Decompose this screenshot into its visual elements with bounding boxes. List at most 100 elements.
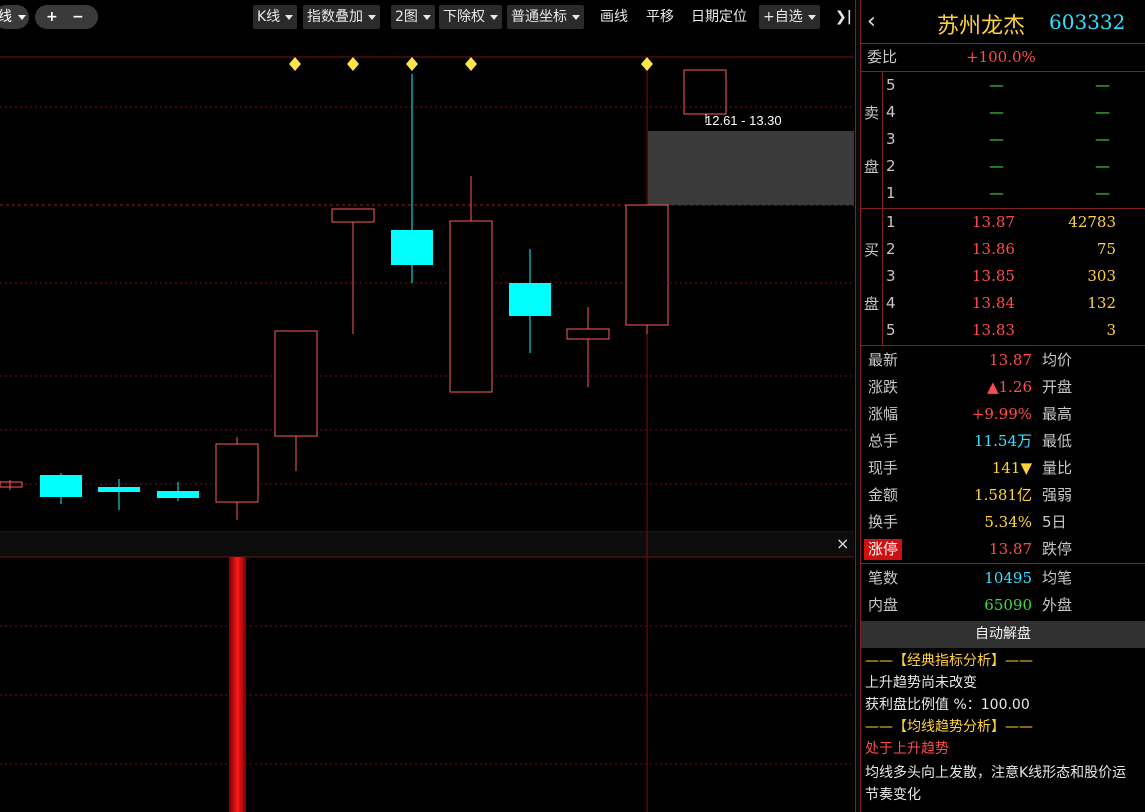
stat-label-2: 5日 <box>1042 513 1067 531</box>
level-volume: 303 <box>1087 267 1116 285</box>
draw-line-button[interactable]: 画线 <box>596 5 632 29</box>
volume-bar[interactable] <box>229 557 246 812</box>
level-price: 13.87 <box>972 213 1015 231</box>
stat-label: 涨跌 <box>868 378 899 396</box>
analysis-line: 上升趋势尚未改变 <box>865 675 977 691</box>
zoom-out-button[interactable]: − <box>72 5 84 29</box>
stat-value: 11.54万 <box>974 432 1032 450</box>
limit-up-badge: 涨停 <box>864 539 903 560</box>
multi-chart-label: 2图 <box>395 9 418 25</box>
candle[interactable] <box>509 249 551 353</box>
stat-value: 10495 <box>984 569 1032 587</box>
stat-value: 65090 <box>984 596 1032 614</box>
divider <box>861 345 1145 346</box>
candle[interactable] <box>449 176 493 393</box>
level-number: 5 <box>886 321 896 339</box>
candle[interactable] <box>391 74 433 283</box>
level-volume: 3 <box>1106 321 1116 339</box>
stat-value: 5.34% <box>984 513 1032 531</box>
stat-label-2: 均笔 <box>1042 569 1073 587</box>
close-icon[interactable]: × <box>836 536 849 552</box>
candle[interactable] <box>157 482 199 501</box>
stat-label-2: 跌停 <box>1042 540 1073 558</box>
candlestick-canvas[interactable] <box>0 33 854 812</box>
stat-label-2: 外盘 <box>1042 596 1073 614</box>
candle[interactable] <box>566 307 610 387</box>
stat-label-2: 均价 <box>1042 351 1073 369</box>
sell-level-row[interactable]: 4 — — <box>861 99 1145 126</box>
coordinate-dropdown[interactable]: 普通坐标 <box>507 5 584 29</box>
event-marker-icon[interactable] <box>289 57 301 71</box>
event-marker-icon[interactable] <box>465 57 477 71</box>
stat-value: 13.87 <box>989 540 1032 558</box>
candle[interactable] <box>274 330 318 471</box>
watchlist-dropdown[interactable]: +自选 <box>759 5 820 29</box>
sell-level-row[interactable]: 1 — — <box>861 180 1145 207</box>
level-price: — <box>989 76 1004 94</box>
stat-row: 现手 141▼ 量比 <box>861 455 1145 482</box>
buy-level-row[interactable]: 1 13.87 42783 <box>861 209 1145 236</box>
stat-row: 金额 1.581亿 强弱 <box>861 482 1145 509</box>
buy-level-row[interactable]: 3 13.85 303 <box>861 263 1145 290</box>
quote-header: ‹ 苏州龙杰 603332 <box>861 0 1145 44</box>
stat-label-2: 开盘 <box>1042 378 1073 396</box>
event-marker-icon[interactable] <box>347 57 359 71</box>
level-price: — <box>989 130 1004 148</box>
chevron-down-icon <box>572 14 580 20</box>
level-number: 2 <box>886 240 896 258</box>
stat-label: 涨幅 <box>868 405 899 423</box>
stat-row: 笔数 10495 均笔 <box>861 565 1145 592</box>
sell-level-row[interactable]: 5 — — <box>861 72 1145 99</box>
sell-level-row[interactable]: 3 — — <box>861 126 1145 153</box>
kline-chart-area[interactable]: 线 + − K线 指数叠加 2图 下除权 普通坐标 画线 平移 日期定位 +自选… <box>0 0 854 812</box>
kline-dropdown[interactable]: K线 <box>253 5 298 29</box>
stat-row: 换手 5.34% 5日 <box>861 509 1145 536</box>
stat-value: ▲1.26 <box>987 378 1032 396</box>
candle[interactable] <box>331 208 375 334</box>
level-number: 1 <box>886 184 896 202</box>
buy-level-row[interactable]: 2 13.86 75 <box>861 236 1145 263</box>
sell-level-row[interactable]: 2 — — <box>861 153 1145 180</box>
collapse-panel-button[interactable]: ❯| <box>831 5 854 29</box>
level-price: 13.85 <box>972 267 1015 285</box>
sub-chart-header <box>0 532 854 557</box>
auto-analysis-button[interactable]: 自动解盘 <box>861 621 1145 648</box>
period-pill[interactable]: 线 <box>0 5 29 29</box>
event-marker-icon[interactable] <box>406 57 418 71</box>
quote-panel: ‹ 苏州龙杰 603332 委比 +100.0% 卖 盘 5— — 4— — 3— —… <box>861 0 1145 812</box>
level-volume: 42783 <box>1068 213 1116 231</box>
analysis-line: 获利盘比例值 %：100.00 <box>865 697 1030 713</box>
divider <box>861 563 1145 564</box>
candle[interactable] <box>0 480 23 490</box>
stat-label-2: 量比 <box>1042 459 1073 477</box>
level-number: 5 <box>886 76 896 94</box>
candle[interactable] <box>625 204 669 334</box>
buy-level-row[interactable]: 4 13.84 132 <box>861 290 1145 317</box>
chevron-down-icon <box>368 14 376 20</box>
candle[interactable] <box>215 437 259 520</box>
chevron-down-icon <box>285 14 294 20</box>
candle[interactable] <box>98 479 140 510</box>
pan-button[interactable]: 平移 <box>642 5 678 29</box>
buy-level-row[interactable]: 5 13.83 3 <box>861 317 1145 344</box>
index-overlay-dropdown[interactable]: 指数叠加 <box>303 5 380 29</box>
date-locate-button[interactable]: 日期定位 <box>687 5 751 29</box>
zoom-in-button[interactable]: + <box>46 5 58 29</box>
analysis-line: 节奏变化 <box>865 787 921 803</box>
multi-chart-dropdown[interactable]: 2图 <box>391 5 435 29</box>
event-marker-icon[interactable] <box>641 57 653 71</box>
candle[interactable] <box>40 473 82 504</box>
back-icon[interactable]: ‹ <box>867 9 876 34</box>
ex-rights-dropdown[interactable]: 下除权 <box>439 5 502 29</box>
level-volume: 75 <box>1096 240 1116 258</box>
stat-label-2: 最高 <box>1042 405 1073 423</box>
stat-label: 最新 <box>868 351 899 369</box>
stat-row: 内盘 65090 外盘 <box>861 592 1145 619</box>
period-pill-label: 线 <box>0 9 12 25</box>
kline-dropdown-label: K线 <box>257 9 281 25</box>
level-price: — <box>989 157 1004 175</box>
chevron-down-icon <box>807 14 816 20</box>
level-volume: — <box>1095 103 1110 121</box>
stat-label: 总手 <box>868 432 899 450</box>
coordinate-label: 普通坐标 <box>511 9 567 25</box>
